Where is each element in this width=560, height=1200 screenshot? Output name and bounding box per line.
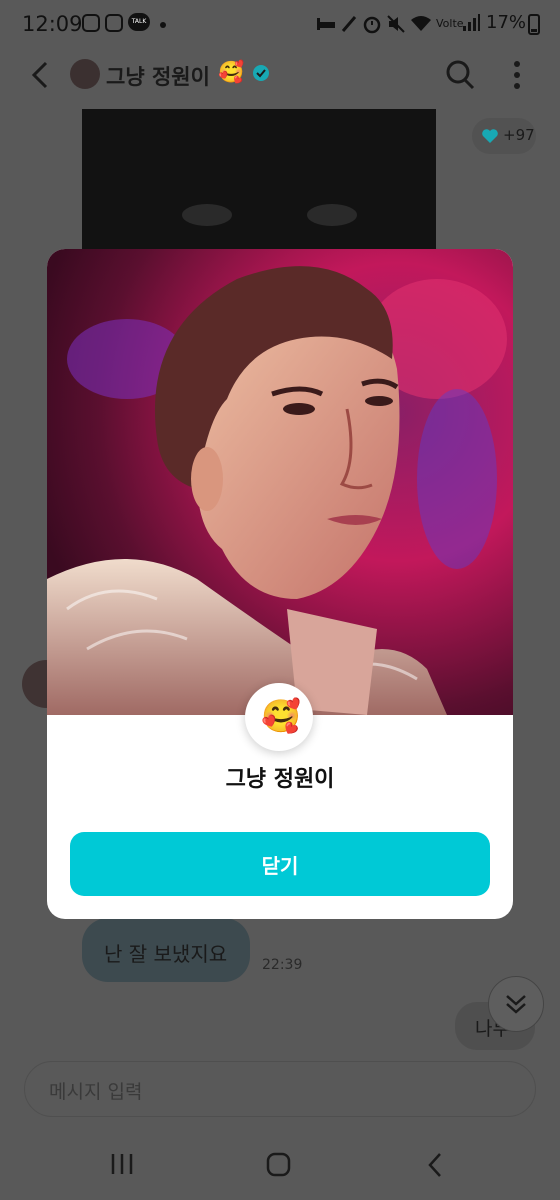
status-time: 12:09	[22, 12, 83, 36]
mute-icon	[387, 15, 405, 33]
sleep-mode-icon	[317, 18, 335, 30]
status-bar: 12:09 TALK Volte 17%	[0, 0, 560, 48]
signal-icon	[463, 14, 480, 31]
battery-icon	[528, 14, 540, 35]
recent-apps-icon[interactable]	[110, 1152, 134, 1176]
notification-dot-icon	[160, 22, 166, 28]
talk-icon: TALK	[128, 13, 150, 31]
wifi-icon	[411, 16, 431, 31]
profile-modal: 🥰 그냥 정원이 닫기	[47, 249, 513, 919]
gallery-icon	[105, 14, 123, 32]
search-icon[interactable]	[445, 59, 475, 91]
battery-percent: 17%	[486, 12, 527, 33]
modal-avatar: 🥰	[245, 683, 313, 751]
app-bar: 그냥 정원이 🥰	[0, 48, 560, 104]
pencil-icon	[341, 16, 357, 32]
nav-back-icon[interactable]	[426, 1152, 444, 1178]
system-nav-bar	[0, 1134, 560, 1200]
message-input[interactable]: 메시지 입력	[24, 1061, 536, 1117]
modal-profile-name: 그냥 정원이	[225, 767, 335, 792]
double-chevron-down-icon	[506, 995, 526, 1014]
modal-avatar-emoji: 🥰	[261, 697, 301, 735]
reaction-chip[interactable]: +97	[472, 118, 536, 154]
more-vertical-icon[interactable]	[510, 59, 524, 91]
message-input-placeholder: 메시지 입력	[49, 1081, 143, 1103]
message-bubble[interactable]: 난 잘 보냈지요	[82, 918, 250, 982]
verified-badge-icon	[253, 65, 269, 81]
reaction-count: +97	[503, 126, 535, 144]
chat-image[interactable]	[82, 109, 436, 254]
volte-label: Volte	[436, 17, 464, 30]
home-icon[interactable]	[266, 1152, 292, 1178]
avatar[interactable]	[70, 59, 100, 89]
heart-icon	[482, 129, 498, 143]
alarm-icon	[363, 16, 381, 34]
title-emoji: 🥰	[218, 60, 245, 84]
instagram-icon	[82, 14, 100, 32]
message-time: 22:39	[262, 957, 303, 973]
back-arrow-icon[interactable]	[28, 60, 52, 90]
profile-photo[interactable]	[47, 249, 513, 715]
message-text: 난 잘 보냈지요	[104, 942, 228, 966]
close-button[interactable]: 닫기	[70, 832, 490, 896]
scroll-down-button[interactable]	[488, 976, 544, 1032]
chat-title: 그냥 정원이	[106, 65, 210, 89]
